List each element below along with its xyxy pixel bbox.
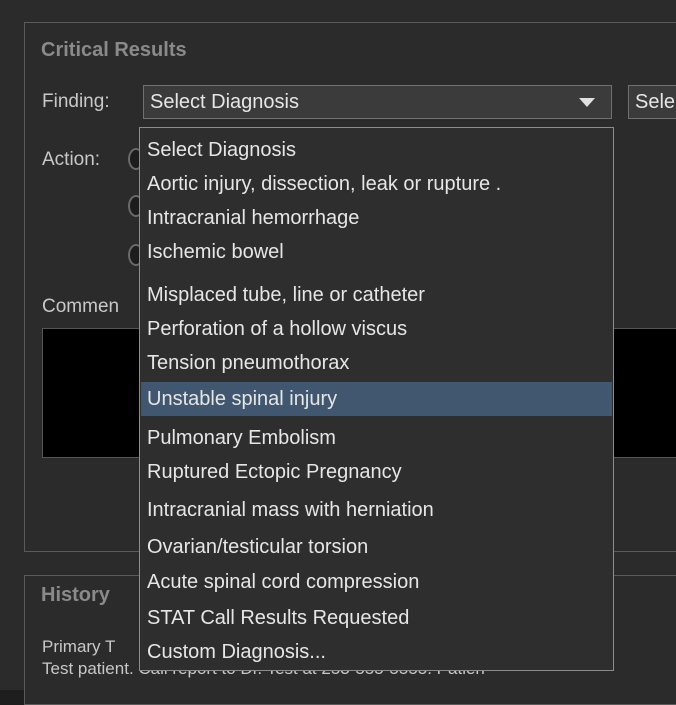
dropdown-option[interactable]: Ruptured Ectopic Pregnancy xyxy=(141,455,612,489)
finding-combobox[interactable]: Select Diagnosis xyxy=(143,85,612,119)
comments-label: Commen xyxy=(42,296,120,317)
action-label: Action: xyxy=(42,149,101,170)
critical-results-title: Critical Results xyxy=(41,39,187,61)
secondary-combobox[interactable]: Sele xyxy=(628,85,676,119)
dropdown-option[interactable]: Custom Diagnosis... xyxy=(141,635,612,669)
dropdown-option[interactable]: Aortic injury, dissection, leak or ruptu… xyxy=(141,167,612,201)
dropdown-option-highlighted[interactable]: Unstable spinal injury xyxy=(141,382,612,416)
history-line-1: Primary T xyxy=(42,637,116,656)
dropdown-option[interactable]: STAT Call Results Requested xyxy=(141,601,612,635)
dropdown-option[interactable]: Tension pneumothorax xyxy=(141,346,612,380)
dropdown-option[interactable]: Intracranial mass with herniation xyxy=(141,493,612,527)
dropdown-option[interactable]: Perforation of a hollow viscus xyxy=(141,312,612,346)
dropdown-option[interactable]: Ischemic bowel xyxy=(141,235,612,269)
history-title: History xyxy=(41,584,110,606)
dropdown-option[interactable]: Misplaced tube, line or catheter xyxy=(141,278,612,312)
dropdown-option[interactable]: Pulmonary Embolism xyxy=(141,421,612,455)
finding-label: Finding: xyxy=(42,91,110,112)
chevron-down-icon xyxy=(579,98,595,107)
dropdown-option[interactable]: Acute spinal cord compression xyxy=(141,565,612,599)
dropdown-option[interactable]: Ovarian/testicular torsion xyxy=(141,530,612,564)
finding-combobox-value: Select Diagnosis xyxy=(150,91,299,113)
dropdown-option[interactable]: Intracranial hemorrhage xyxy=(141,201,612,235)
diagnosis-dropdown-list[interactable]: Select Diagnosis Aortic injury, dissecti… xyxy=(139,127,614,671)
dialog-background: Critical Results Finding: Select Diagnos… xyxy=(0,0,676,705)
dropdown-option[interactable]: Select Diagnosis xyxy=(141,133,612,167)
secondary-combobox-value: Sele xyxy=(635,91,676,113)
